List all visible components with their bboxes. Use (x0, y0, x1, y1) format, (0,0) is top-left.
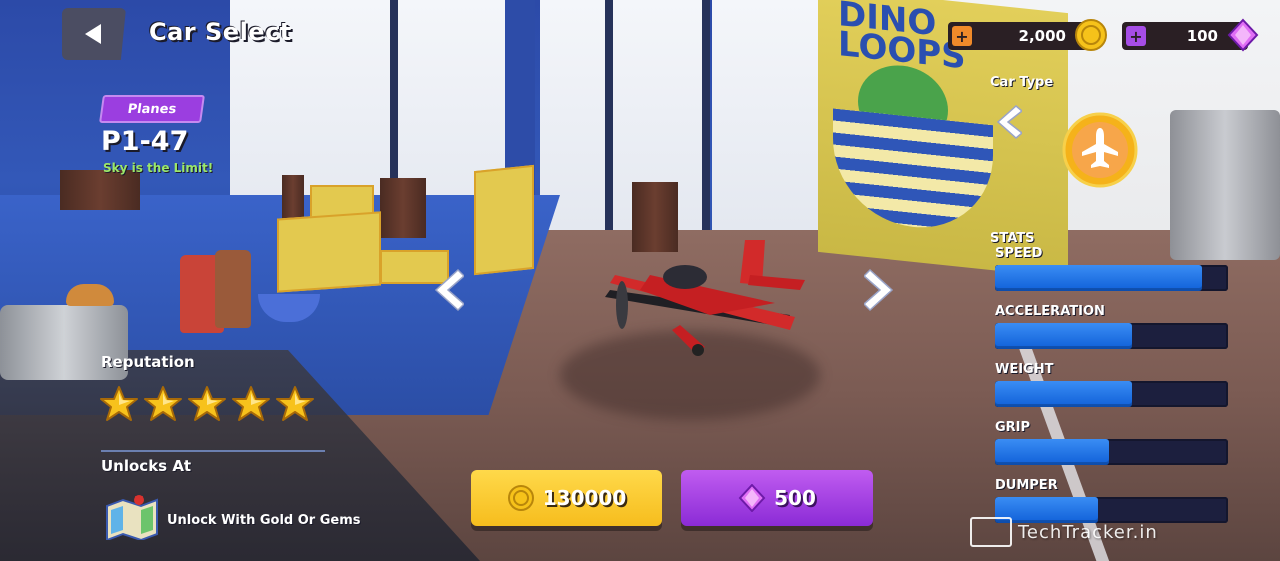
metal-bucket (1170, 110, 1280, 260)
gold-price: 130000 (542, 486, 627, 510)
gem-price: 500 (774, 486, 816, 510)
back-arrow-icon (85, 24, 101, 44)
star-icon (100, 385, 138, 423)
unlock-method-text: Unlock With Gold Or Gems (167, 513, 361, 528)
chair (380, 178, 426, 238)
divider (101, 450, 325, 452)
gem-icon (1227, 18, 1259, 52)
back-button[interactable] (62, 8, 126, 60)
reputation-label: Reputation (101, 353, 195, 371)
car-type-selector[interactable] (1062, 112, 1138, 188)
star-icon (188, 385, 226, 423)
gold-balance: + 2,000 (948, 19, 1107, 51)
unlocks-at-label: Unlocks At (101, 457, 192, 475)
stat-label-speed: SPEED (995, 246, 1043, 261)
stats-heading: STATS (990, 231, 1035, 246)
buy-with-gold-button[interactable]: 130000 (471, 470, 662, 526)
browser-cursor-icon (970, 517, 1012, 547)
car-class-label: Planes (126, 101, 178, 117)
treasure-map-icon (105, 494, 159, 542)
watermark: TechTracker.in (970, 517, 1158, 547)
watermark-text: TechTracker.in (1018, 521, 1158, 543)
chevron-left-icon (434, 268, 466, 312)
star-icon (144, 385, 182, 423)
gem-icon (738, 484, 766, 512)
stat-bar-speed (995, 265, 1228, 291)
stat-fill-speed (995, 265, 1203, 291)
previous-car-arrow[interactable] (434, 268, 466, 312)
car-class-badge: Planes (99, 95, 205, 123)
stat-label-weight: WEIGHT (995, 362, 1054, 377)
gold-coin-icon (1075, 19, 1107, 51)
cereal-box (277, 211, 381, 293)
cereal-bowl (833, 108, 993, 236)
car-type-previous-arrow[interactable] (996, 104, 1024, 140)
buy-with-gems-button[interactable]: 500 (681, 470, 873, 526)
plane-model (590, 235, 805, 365)
star-icon (232, 385, 270, 423)
car-tagline: Sky is the Limit! (103, 161, 214, 175)
reputation-stars (100, 385, 314, 423)
window-frame (702, 0, 710, 230)
cereal-box-label: DINO LOOPS (838, 0, 966, 78)
sauce-bottle (215, 250, 251, 328)
cereal-box (474, 164, 534, 276)
car-name: P1-47 (101, 126, 189, 157)
gem-balance: + 100 (1122, 18, 1259, 52)
car-type-label: Car Type (990, 75, 1054, 90)
stat-bar-grip (995, 439, 1228, 465)
stat-label-grip: GRIP (995, 420, 1031, 435)
gold-coin-icon (507, 485, 534, 511)
stat-fill-grip (995, 439, 1110, 465)
stat-label-dumper: DUMPER (995, 478, 1058, 493)
plus-icon: + (1129, 26, 1143, 46)
window (712, 0, 822, 230)
star-icon (276, 385, 314, 423)
next-car-arrow[interactable] (862, 268, 894, 312)
stat-bar-acceleration (995, 323, 1228, 349)
chevron-left-icon (996, 105, 1024, 139)
chair (60, 170, 140, 210)
stat-fill-acceleration (995, 323, 1133, 349)
bun (66, 284, 114, 306)
add-gems-button[interactable]: + (1126, 26, 1146, 46)
stats-title: STATS (990, 232, 1035, 246)
plus-icon: + (955, 26, 969, 46)
stat-label-acceleration: ACCELERATION (995, 304, 1105, 319)
stat-bar-weight (995, 381, 1228, 407)
stat-fill-weight (995, 381, 1133, 407)
window-frame (605, 0, 613, 230)
chevron-right-icon (862, 268, 894, 312)
page-title: Car Select (149, 18, 292, 46)
plane-icon (1062, 112, 1138, 188)
add-gold-button[interactable]: + (952, 26, 972, 46)
